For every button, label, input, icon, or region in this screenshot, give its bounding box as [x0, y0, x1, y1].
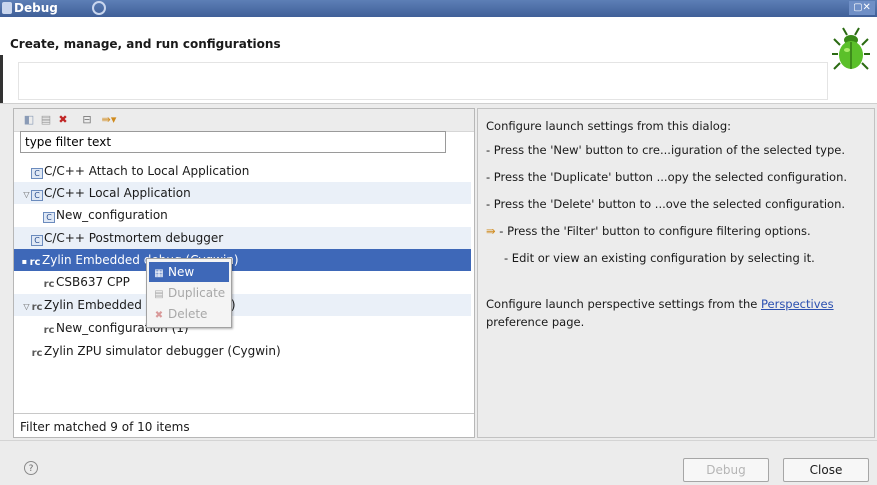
- duplicate-icon: ▤: [154, 289, 164, 300]
- tree-item-label: C/C++ Postmortem debugger: [44, 231, 224, 245]
- expanded-arrow-icon[interactable]: ▽: [22, 296, 31, 318]
- duplicate-icon[interactable]: ▤: [39, 113, 53, 127]
- debug-button[interactable]: Debug: [683, 458, 769, 482]
- tree-item-zylin-cygwin[interactable]: ▪ rc Zylin Embedded debug (Cygwin): [14, 249, 471, 271]
- header-message-area: [18, 62, 828, 100]
- info-line-delete: - Press the 'Delete' button to ...ove th…: [486, 197, 846, 211]
- info-line-filter-text: - Press the 'Filter' button to configure…: [499, 224, 811, 238]
- perspectives-prefix: Configure launch perspective settings fr…: [486, 297, 761, 311]
- tree-item-label: C/C++ Attach to Local Application: [44, 164, 250, 178]
- menu-item-label: Delete: [168, 307, 208, 321]
- menu-item-delete[interactable]: ✖ Delete: [149, 304, 229, 324]
- tree-item-csb637-cpp[interactable]: rc CSB637 CPP: [14, 271, 471, 293]
- zylin-icon: rc: [43, 325, 55, 336]
- info-panel: Configure launch settings from this dial…: [477, 108, 875, 438]
- tree-item-cpp-attach[interactable]: C C/C++ Attach to Local Application: [14, 160, 471, 182]
- dialog-footer: ? Debug Close: [0, 440, 877, 485]
- close-button[interactable]: Close: [783, 458, 869, 482]
- window-title: Debug: [14, 1, 58, 15]
- launch-config-panel: ◧ ▤ ✖ ⊟ ⇛▾ CC/C++ Attach to Local Applic…: [13, 108, 475, 438]
- header-title: Create, manage, and run configurations: [10, 37, 281, 51]
- swirl-icon: [92, 1, 106, 15]
- new-launch-config-icon[interactable]: ◧: [22, 113, 36, 127]
- tree-item-label: CSB637 CPP: [56, 275, 130, 289]
- tree-item-cpp-postmortem[interactable]: C C/C++ Postmortem debugger: [14, 227, 471, 249]
- zylin-icon: rc: [29, 257, 41, 268]
- info-line-filter: ⇛ - Press the 'Filter' button to configu…: [486, 224, 811, 238]
- header-edge: [0, 55, 3, 103]
- filter-input[interactable]: [20, 131, 446, 153]
- tree-item-new-configuration-1[interactable]: rc New_configuration (1): [14, 317, 471, 339]
- config-tree: C C/C++ Attach to Local Application ▽ C C/C…: [14, 157, 474, 413]
- c-config-icon: C: [31, 235, 43, 246]
- expanded-arrow-icon[interactable]: ▽: [22, 184, 31, 206]
- dialog-header: Create, manage, and run configurations: [0, 17, 877, 104]
- perspectives-link[interactable]: Perspectives: [761, 297, 834, 311]
- zylin-icon: rc: [31, 302, 43, 313]
- tree-item-zylin-zpu[interactable]: rc Zylin ZPU simulator debugger (Cygwin): [14, 340, 471, 362]
- info-line-edit: - Edit or view an existing configuration…: [504, 251, 815, 265]
- info-intro: Configure launch settings from this dial…: [486, 119, 731, 133]
- title-bar: Debug ▢✕: [0, 0, 877, 17]
- zylin-icon: rc: [43, 279, 55, 290]
- new-icon: ▦: [154, 268, 164, 279]
- config-toolbar: ◧ ▤ ✖ ⊟ ⇛▾: [14, 109, 474, 132]
- perspectives-text: Configure launch perspective settings fr…: [486, 297, 834, 311]
- tree-item-new-configuration[interactable]: C New_configuration: [14, 204, 471, 226]
- window-controls[interactable]: ▢✕: [849, 1, 875, 15]
- help-icon[interactable]: ?: [24, 461, 38, 475]
- menu-item-label: New: [168, 265, 195, 279]
- context-menu: ▦ New ▤ Duplicate ✖ Delete: [146, 258, 232, 328]
- c-config-icon: C: [43, 212, 55, 223]
- collapse-all-icon[interactable]: ⊟: [80, 113, 94, 127]
- c-config-icon: C: [31, 168, 43, 179]
- app-icon: [2, 2, 12, 14]
- bug-icon: [832, 27, 870, 70]
- info-line-duplicate: - Press the 'Duplicate' button ...opy th…: [486, 170, 848, 184]
- filter-icon: ⇛: [486, 224, 496, 238]
- zylin-icon: rc: [31, 348, 43, 359]
- tree-item-label: C/C++ Local Application: [44, 186, 191, 200]
- menu-item-label: Duplicate: [168, 286, 226, 300]
- tree-item-label: Zylin ZPU simulator debugger (Cygwin): [44, 344, 281, 358]
- delete-icon[interactable]: ✖: [56, 113, 70, 127]
- c-config-icon: C: [31, 190, 43, 201]
- menu-item-new[interactable]: ▦ New: [149, 262, 229, 282]
- filter-icon[interactable]: ⇛▾: [98, 113, 120, 127]
- tree-item-cpp-local[interactable]: ▽ C C/C++ Local Application: [14, 182, 471, 204]
- menu-item-duplicate[interactable]: ▤ Duplicate: [149, 283, 229, 303]
- tree-item-zylin-native[interactable]: ▽ rc Zylin Embedded debug (Native): [14, 294, 471, 316]
- delete-icon: ✖: [154, 310, 164, 321]
- filter-status: Filter matched 9 of 10 items: [14, 413, 474, 437]
- tree-item-label: New_configuration: [56, 208, 168, 222]
- expanded-arrow-icon[interactable]: ▪: [20, 251, 29, 273]
- perspectives-suffix: preference page.: [486, 315, 585, 329]
- info-line-new: - Press the 'New' button to cre...igurat…: [486, 143, 845, 157]
